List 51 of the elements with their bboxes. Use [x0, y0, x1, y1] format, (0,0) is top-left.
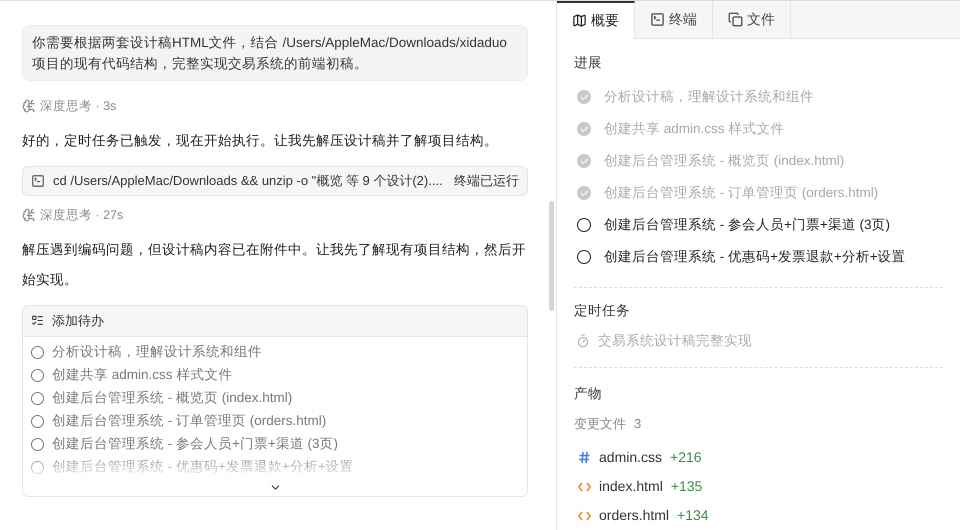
section-title: 定时任务: [574, 302, 631, 320]
code-icon: [578, 510, 591, 520]
command-card[interactable]: cd /Users/AppleMac/Downloads && unzip -o "概览 等 9 个设计(2).... 终端已运行: [22, 166, 528, 196]
todo-checkbox[interactable]: [31, 346, 44, 358]
progress-item: 分析设计稿，理解设计系统和组件: [604, 88, 814, 106]
todo-checkbox[interactable]: [31, 392, 44, 404]
assistant-message: 好的，定时任务已触发，现在开始执行。让我先解压设计稿并了解项目结构。: [22, 132, 499, 150]
progress-item: 创建共享 admin.css 样式文件: [604, 120, 784, 138]
todo-checkbox[interactable]: [31, 438, 44, 450]
code-icon: [578, 482, 591, 492]
todo-item: 创建后台管理系统 - 订单管理页 (orders.html): [52, 412, 326, 430]
scrollbar[interactable]: [548, 201, 554, 311]
progress-item: 创建后台管理系统 - 优惠码+发票退款+分析+设置: [604, 248, 906, 266]
file-link[interactable]: orders.html: [599, 505, 670, 526]
todo-item: 创建后台管理系统 - 参会人员+门票+渠道 (3页): [52, 434, 338, 453]
timer-icon: [576, 334, 590, 348]
file-icon: [728, 12, 743, 27]
hash-icon: [578, 451, 591, 464]
terminal-icon: [31, 174, 45, 188]
tab[interactable]: 终端: [635, 1, 713, 38]
brain-icon: [22, 208, 36, 222]
tab[interactable]: 文件: [713, 1, 791, 38]
changed-files-count: 3: [634, 414, 642, 432]
changed-files-label: 变更文件: [574, 414, 626, 432]
added-lines: +134: [677, 506, 709, 525]
section-title: 产物: [574, 385, 603, 404]
todo-checkbox[interactable]: [31, 414, 44, 428]
user-message: 你需要根据两套设计稿HTML文件，结合 /Users/AppleMac/Downloads/xidaduo 项目的现有代码结构，完整实现交易系统的前端初稿。: [22, 25, 528, 81]
terminal-icon: [650, 12, 665, 27]
todo-item: 创建共享 admin.css 样式文件: [52, 366, 232, 384]
todo-checkbox[interactable]: [31, 368, 44, 382]
progress-item: 创建后台管理系统 - 概览页 (index.html): [604, 152, 844, 170]
file-link[interactable]: index.html: [599, 476, 663, 497]
progress-item: 创建后台管理系统 - 参会人员+门票+渠道 (3页): [604, 216, 890, 234]
todo-checkbox[interactable]: [31, 460, 44, 474]
progress-item: 创建后台管理系统 - 订单管理页 (orders.html): [604, 184, 878, 202]
map-icon: [572, 13, 587, 28]
tab[interactable]: 概要: [557, 1, 635, 39]
added-lines: +135: [670, 477, 702, 496]
todo-item: 创建后台管理系统 - 概览页 (index.html): [52, 388, 292, 407]
file-link[interactable]: admin.css: [599, 447, 662, 468]
command-text: cd /Users/AppleMac/Downloads && unzip -o "概览 等 9 个设计(2)....: [53, 172, 444, 190]
checklist-icon: [31, 314, 44, 327]
command-status: 终端已运行: [454, 172, 519, 190]
added-lines: +216: [670, 448, 702, 467]
todo-title: 添加待办: [52, 312, 104, 330]
todo-item: 分析设计稿，理解设计系统和组件: [52, 342, 262, 361]
brain-icon: [22, 99, 36, 114]
assistant-message: 解压遇到编码问题，但设计稿内容已在附件中。让我先了解现有项目结构，然后开始实现。: [22, 240, 527, 288]
section-title: 进展: [574, 54, 603, 72]
todo-item: 创建后台管理系统 - 优惠码+发票退款+分析+设置: [52, 458, 354, 476]
